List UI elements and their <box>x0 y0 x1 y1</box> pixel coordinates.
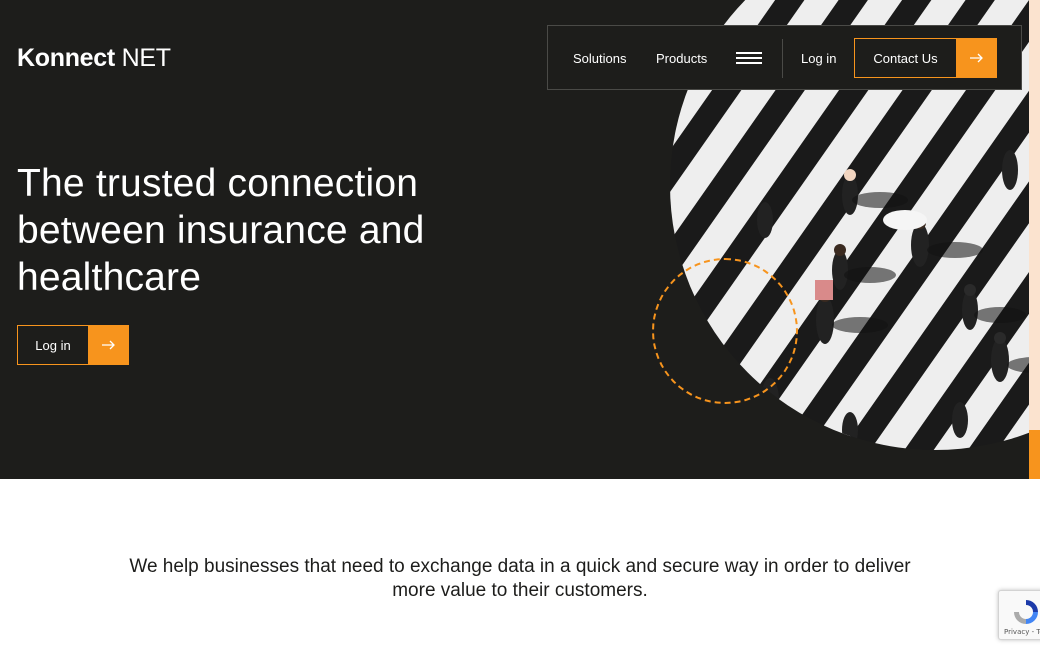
nav-products[interactable]: Products <box>656 51 707 66</box>
recaptcha-icon <box>1011 597 1040 632</box>
tagline-line-1: We help businesses that need to exchange… <box>129 556 911 577</box>
accent-strip <box>1029 0 1040 479</box>
arrow-right-icon <box>89 325 129 365</box>
contact-us-button[interactable]: Contact Us <box>854 38 997 78</box>
nav-solutions[interactable]: Solutions <box>573 51 626 66</box>
brand-name-light: NET <box>121 44 171 72</box>
accent-strip-orange <box>1029 430 1040 479</box>
hero-section: Konnect NET Solutions Products Log in Co… <box>0 0 1040 479</box>
arrow-right-icon <box>957 38 997 78</box>
brand-logo[interactable]: Konnect NET <box>17 44 171 73</box>
recaptcha-links[interactable]: Privacy - Terms <box>1004 628 1040 636</box>
top-navigation: Solutions Products Log in Contact Us <box>547 25 1022 90</box>
hero-login-button[interactable]: Log in <box>17 325 129 365</box>
nav-divider <box>782 39 783 78</box>
decorative-dashed-circle <box>652 258 798 404</box>
hero-login-label: Log in <box>17 325 89 365</box>
hero-headline: The trusted connection between insurance… <box>17 162 425 299</box>
brand-name-bold: Konnect <box>17 44 115 72</box>
tagline-line-2: more value to their customers. <box>392 580 648 601</box>
intro-tagline: We help businesses that need to exchange… <box>0 555 1040 603</box>
contact-us-label: Contact Us <box>854 38 957 78</box>
nav-login-link[interactable]: Log in <box>801 51 836 66</box>
hamburger-icon[interactable] <box>736 52 764 64</box>
recaptcha-badge[interactable]: Privacy - Terms <box>998 590 1040 640</box>
